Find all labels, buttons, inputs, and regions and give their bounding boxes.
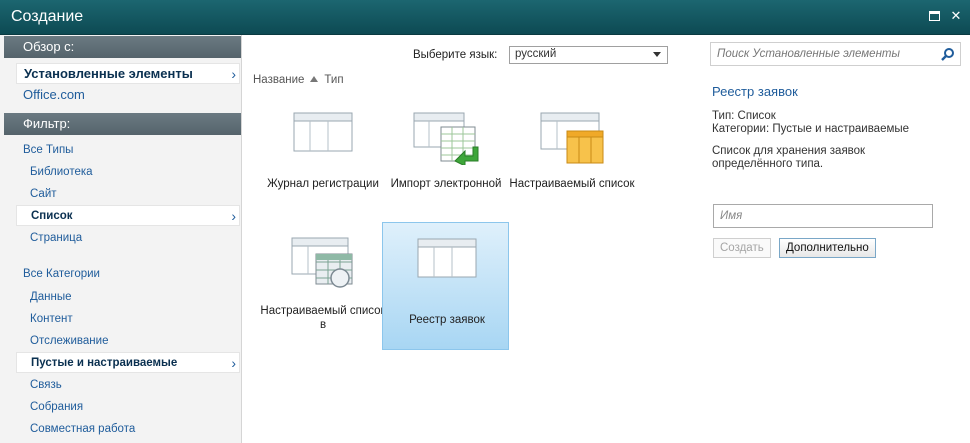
- tile-log[interactable]: Журнал регистрации: [259, 97, 387, 223]
- title-bar: Создание ✕: [0, 0, 970, 35]
- filter-category-meetings[interactable]: Собрания: [16, 397, 240, 418]
- details-categories: Категории: Пустые и настраиваемые: [712, 123, 910, 135]
- sort-by-type[interactable]: Тип: [324, 74, 343, 86]
- filter-type-page[interactable]: Страница: [16, 228, 240, 249]
- filter-all-categories[interactable]: Все Категории: [16, 264, 240, 285]
- chevron-right-icon: ›: [231, 66, 236, 82]
- list-icon: [417, 238, 477, 278]
- details-description-line: Список для хранения заявок: [712, 145, 866, 157]
- sort-by-name[interactable]: Название: [253, 74, 304, 86]
- create-button[interactable]: Создать: [713, 238, 771, 258]
- tile-import-spreadsheet[interactable]: Импорт электронной: [382, 97, 510, 223]
- language-value: русский: [515, 48, 557, 60]
- details-title: Реестр заявок: [712, 84, 798, 99]
- filter-category-tracking[interactable]: Отслеживание: [16, 331, 240, 352]
- filter-category-collaboration[interactable]: Совместная работа: [16, 419, 240, 440]
- nav-item-label: Office.com: [23, 87, 85, 102]
- more-options-button[interactable]: Дополнительно: [779, 238, 876, 258]
- nav-installed-items[interactable]: Установленные элементы ›: [16, 63, 240, 84]
- language-select[interactable]: русский: [509, 46, 668, 64]
- name-placeholder: Имя: [720, 210, 743, 222]
- nav-item-label: Пустые и настраиваемые: [31, 357, 178, 369]
- chevron-right-icon: ›: [231, 208, 236, 224]
- chevron-right-icon: ›: [231, 355, 236, 371]
- datasheet-list-icon: [291, 237, 353, 288]
- tile-custom-list[interactable]: Настраиваемый список: [508, 97, 636, 223]
- language-label: Выберите язык:: [413, 49, 498, 61]
- search-placeholder: Поиск Установленные элементы: [717, 48, 900, 60]
- details-description-line: определённого типа.: [712, 158, 824, 170]
- details-type: Тип: Список: [712, 110, 776, 122]
- browse-header: Обзор с:: [4, 36, 241, 58]
- maximize-icon[interactable]: [928, 9, 942, 23]
- search-input[interactable]: Поиск Установленные элементы: [710, 42, 961, 66]
- sort-ascending-icon: [310, 76, 319, 83]
- dropdown-arrow-icon: [653, 52, 661, 57]
- tile-datasheet-list[interactable]: Настраиваемый список в: [259, 224, 387, 350]
- nav-item-label: Список: [31, 210, 73, 222]
- name-field[interactable]: Имя: [713, 204, 933, 228]
- filter-category-communication[interactable]: Связь: [16, 375, 240, 396]
- window-title: Создание: [11, 8, 84, 25]
- filter-category-data[interactable]: Данные: [16, 287, 240, 308]
- filter-type-list[interactable]: Список ›: [16, 205, 240, 226]
- nav-item-label: Установленные элементы: [24, 66, 193, 81]
- search-icon[interactable]: [941, 47, 955, 61]
- list-icon: [293, 112, 353, 152]
- filter-header: Фильтр:: [4, 113, 241, 135]
- left-nav: Обзор с: Установленные элементы › Office…: [0, 35, 242, 443]
- tile-label: Настраиваемый список: [509, 178, 635, 190]
- tile-label: Реестр заявок: [409, 314, 485, 326]
- tile-label: Настраиваемый список в: [260, 305, 386, 331]
- close-icon[interactable]: ✕: [949, 9, 963, 23]
- tile-label: Импорт электронной: [390, 178, 502, 190]
- custom-list-icon: [540, 112, 604, 164]
- sort-bar: Название Тип: [253, 74, 350, 86]
- filter-all-types[interactable]: Все Типы: [16, 140, 240, 161]
- import-spreadsheet-icon: [413, 112, 479, 165]
- filter-type-library[interactable]: Библиотека: [16, 162, 240, 183]
- filter-type-site[interactable]: Сайт: [16, 184, 240, 205]
- tile-request-registry[interactable]: Реестр заявок: [382, 222, 509, 350]
- filter-category-content[interactable]: Контент: [16, 309, 240, 330]
- filter-category-blank-custom[interactable]: Пустые и настраиваемые ›: [16, 352, 240, 373]
- tile-label: Журнал регистрации: [267, 178, 379, 190]
- nav-office-com[interactable]: Office.com: [16, 85, 240, 106]
